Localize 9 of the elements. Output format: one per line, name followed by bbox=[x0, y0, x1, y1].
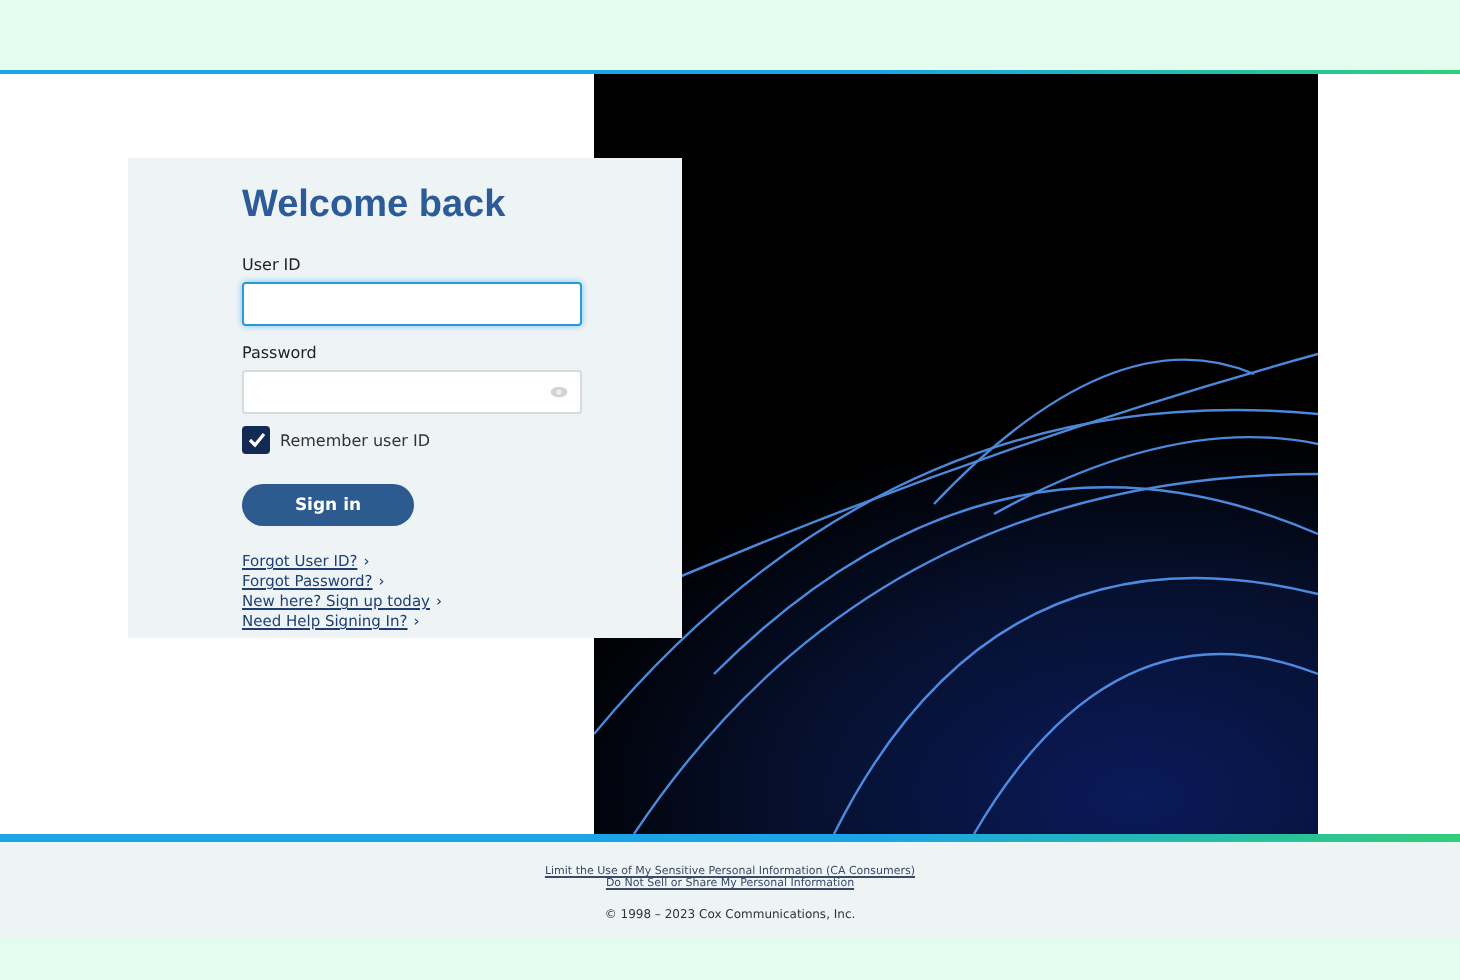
user-id-field[interactable] bbox=[242, 282, 582, 326]
checkmark-icon bbox=[247, 432, 265, 448]
field-label: User ID bbox=[242, 256, 301, 274]
sign-in-button[interactable]: Sign in bbox=[242, 484, 414, 526]
welcome-heading: Welcome back bbox=[242, 184, 508, 228]
remember-checkbox[interactable] bbox=[242, 426, 270, 454]
field-label: Password bbox=[242, 344, 317, 362]
password-field[interactable] bbox=[242, 370, 582, 414]
remember-label: Remember user ID bbox=[280, 431, 430, 449]
